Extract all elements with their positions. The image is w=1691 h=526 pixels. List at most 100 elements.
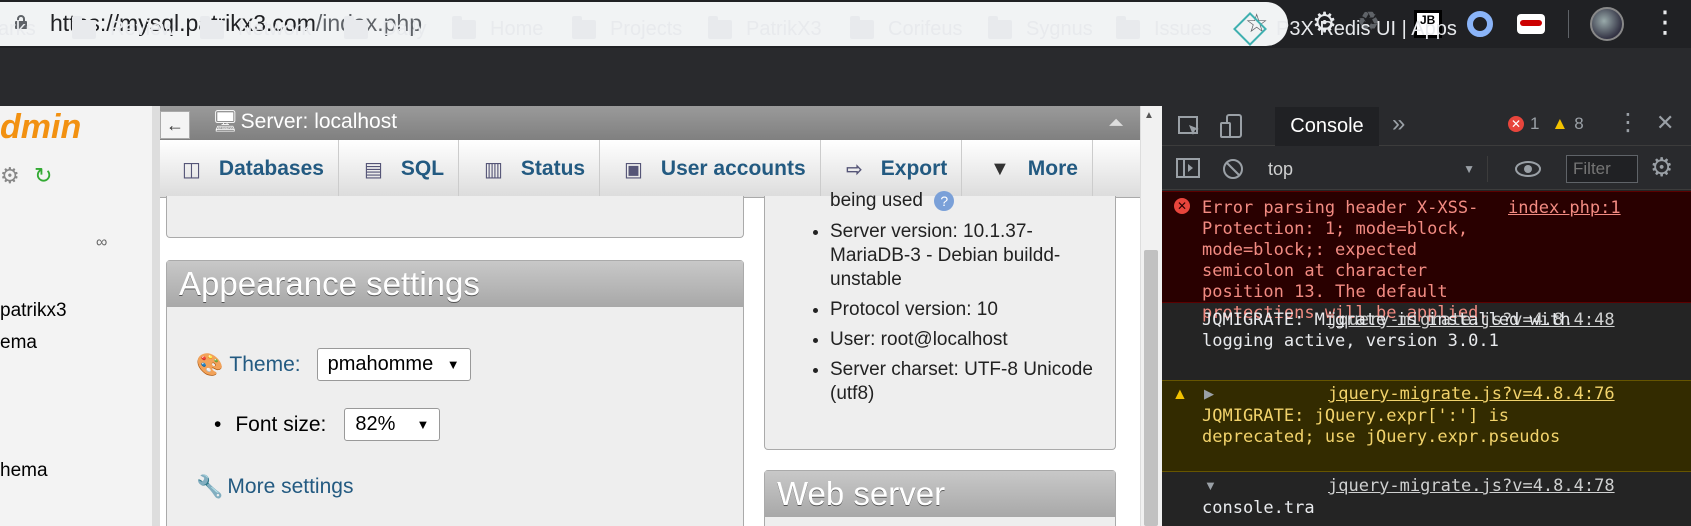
collapse-icon[interactable]: ⏶ bbox=[1108, 112, 1124, 135]
issue-counts[interactable]: ✕ 1 ▲ 8 bbox=[1508, 114, 1584, 134]
dropdown-arrow-icon: ▼ bbox=[446, 357, 460, 372]
more-settings-label: More settings bbox=[227, 475, 354, 498]
theme-value: pmahomme bbox=[327, 353, 434, 375]
tab-user-accounts[interactable]: ▣ User accounts bbox=[602, 140, 821, 198]
bookmark-label: PatrikX3 bbox=[746, 17, 822, 40]
folder-icon bbox=[200, 15, 224, 39]
web-server-panel: Web server bbox=[764, 470, 1116, 526]
appearance-settings-title: Appearance settings bbox=[167, 261, 743, 307]
bookmark-label: Sygnus bbox=[1026, 17, 1093, 40]
bookmark-item[interactable]: arks bbox=[0, 14, 36, 44]
nav-item[interactable]: ema bbox=[0, 332, 37, 354]
scrollbar-thumb[interactable] bbox=[1144, 250, 1158, 526]
tab-databases[interactable]: ◫ Databases bbox=[160, 140, 339, 198]
back-button[interactable]: ← bbox=[160, 111, 190, 139]
sidebar-toggle-icon[interactable] bbox=[1176, 158, 1200, 178]
console-filter-input[interactable] bbox=[1566, 155, 1638, 183]
tab-more[interactable]: ▼ More bbox=[968, 140, 1093, 198]
folder-icon bbox=[344, 15, 368, 39]
log-source-link[interactable]: jquery-migrate.js?v=4.8.4:78 bbox=[1328, 476, 1615, 497]
sql-icon: ▤ bbox=[364, 158, 383, 181]
bookmark-label: Corifeus bbox=[888, 17, 963, 40]
context-select[interactable]: top ▼ bbox=[1268, 156, 1488, 182]
collapse-arrow-icon[interactable]: ▼ bbox=[1204, 478, 1217, 493]
eye-icon[interactable] bbox=[1514, 160, 1542, 178]
warning-icon: ▲ bbox=[1551, 114, 1569, 133]
web-server-title: Web server bbox=[765, 471, 1115, 517]
settings-icon[interactable]: ⚙ bbox=[0, 163, 20, 189]
font-size-row: Font size: 82% ▼ bbox=[214, 408, 441, 441]
link-icon[interactable]: ∞ bbox=[96, 234, 107, 252]
more-vert-icon[interactable]: ⋮ bbox=[1650, 4, 1680, 42]
dropdown-arrow-icon: ▼ bbox=[1463, 162, 1475, 176]
bookmark-item[interactable]: Projects bbox=[572, 14, 682, 44]
warning-count: 8 bbox=[1574, 114, 1584, 133]
status-icon: ▥ bbox=[484, 158, 503, 181]
warning-text-body: JQMIGRATE: jQuery.expr[':'] is deprecate… bbox=[1202, 406, 1561, 447]
bookmark-label: P3X Redis UI | Apps bbox=[1276, 17, 1457, 40]
nav-item[interactable]: hema bbox=[0, 460, 48, 482]
log-text: JQMIGRATE: Migrate is installed with log… bbox=[1202, 310, 1612, 352]
bookmark-item[interactable]: Review bbox=[72, 14, 176, 44]
error-text: Error parsing header X-XSS-Protection: 1… bbox=[1202, 198, 1630, 324]
folder-icon bbox=[572, 15, 596, 39]
ring-icon[interactable] bbox=[1467, 11, 1493, 37]
toolbar-divider bbox=[1568, 10, 1569, 38]
clear-console-icon[interactable] bbox=[1222, 158, 1244, 180]
bookmark-item[interactable]: Sygnus bbox=[988, 14, 1093, 44]
error-icon: ✕ bbox=[1508, 116, 1524, 132]
more-settings-link[interactable]: 🔧 More settings bbox=[196, 474, 353, 500]
help-icon[interactable]: ? bbox=[934, 191, 955, 211]
tab-label: User accounts bbox=[660, 157, 806, 180]
bookmark-item[interactable]: Corifeus bbox=[850, 14, 962, 44]
devtools-menu-icon[interactable]: ⋮ bbox=[1616, 108, 1640, 137]
inspect-element-icon[interactable] bbox=[1178, 116, 1202, 138]
server-charset-item: Server charset: UTF-8 Unicode (utf8) bbox=[830, 358, 1100, 406]
bookmark-item[interactable]: Home bbox=[452, 14, 543, 44]
bookmark-label: Review bbox=[110, 17, 176, 40]
font-size-select[interactable]: 82% ▼ bbox=[344, 408, 441, 441]
bookmark-label: arks bbox=[0, 17, 36, 40]
tab-sql[interactable]: ▤ SQL bbox=[342, 140, 460, 198]
bookmark-item[interactable]: P3X Redis UI | Apps bbox=[1233, 12, 1457, 46]
server-info-list: Server version: 10.1.37-MariaDB-3 - Debi… bbox=[830, 220, 1100, 412]
bookmark-item[interactable]: Issues bbox=[1116, 14, 1212, 44]
bookmarks-bar bbox=[0, 48, 1691, 106]
pma-logo[interactable]: dmin bbox=[0, 108, 81, 147]
bookmark-label: Projects bbox=[610, 17, 683, 40]
server-title[interactable]: 🖥Server: localhost bbox=[212, 110, 397, 134]
mask-icon[interactable] bbox=[1517, 14, 1545, 34]
wrench-icon: 🔧 bbox=[196, 474, 224, 499]
bookmark-item[interactable]: Network bbox=[200, 14, 311, 44]
more-tabs-icon[interactable]: » bbox=[1392, 110, 1405, 138]
expand-arrow-icon[interactable]: ▶ bbox=[1204, 386, 1214, 402]
reload-icon[interactable]: ↻ bbox=[34, 163, 52, 189]
p3x-redis-icon bbox=[1233, 12, 1267, 46]
tab-status[interactable]: ▥ Status bbox=[462, 140, 601, 198]
user-accounts-icon: ▣ bbox=[624, 158, 643, 181]
bookmark-label: Daily bbox=[382, 17, 427, 40]
theme-label[interactable]: Theme: bbox=[229, 353, 300, 377]
database-icon: ◫ bbox=[182, 158, 201, 181]
server-info-partial: being used ? bbox=[830, 190, 955, 212]
tab-label: Export bbox=[880, 157, 948, 180]
theme-select[interactable]: pmahomme ▼ bbox=[316, 348, 471, 381]
nav-item[interactable]: patrikx3 bbox=[0, 300, 67, 322]
warning-source-link[interactable]: jquery-migrate.js?v=4.8.4:76 bbox=[1328, 384, 1615, 405]
avatar[interactable] bbox=[1590, 7, 1624, 41]
log-text: console.tra bbox=[1202, 498, 1315, 518]
server-icon: 🖥 bbox=[212, 110, 239, 133]
tab-console[interactable]: Console bbox=[1275, 107, 1379, 146]
bookmark-item[interactable]: PatrikX3 bbox=[708, 14, 822, 44]
scroll-up-icon[interactable]: ▲ bbox=[1144, 110, 1154, 121]
device-toolbar-icon[interactable] bbox=[1220, 114, 1246, 140]
warning-text: JQMIGRATE: jQuery.expr[':'] is deprecate… bbox=[1202, 406, 1612, 448]
folder-icon bbox=[988, 15, 1012, 39]
bookmark-item[interactable]: Daily bbox=[344, 14, 426, 44]
partial-text: being used bbox=[830, 190, 923, 211]
warning-icon: ▲ bbox=[1172, 386, 1188, 403]
bookmark-label: Home bbox=[490, 17, 544, 40]
console-settings-icon[interactable]: ⚙ bbox=[1650, 152, 1673, 183]
pma-resizer[interactable] bbox=[152, 106, 160, 526]
close-icon[interactable]: ✕ bbox=[1656, 110, 1674, 136]
